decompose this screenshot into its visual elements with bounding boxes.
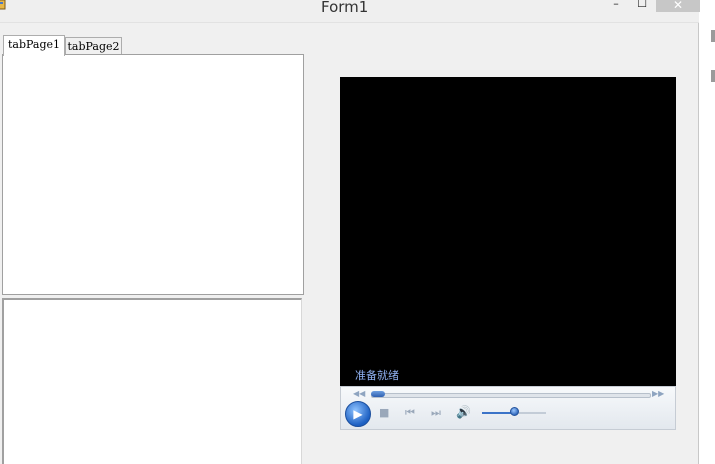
main-window: Form1 – ☐ ✕ tabPage1 tabPage2 准备就绪 ◀◀ ▶▶… [0, 0, 700, 464]
next-icon[interactable]: ⏭ [431, 407, 441, 419]
maximize-button[interactable]: ☐ [632, 0, 652, 12]
close-button[interactable]: ✕ [656, 0, 700, 12]
edge-marker [711, 70, 715, 82]
tab-tabpage1[interactable]: tabPage1 [3, 35, 65, 56]
status-strip: 准备就绪 [340, 368, 676, 386]
previous-icon[interactable]: ⏮ [405, 407, 415, 419]
seek-thumb[interactable] [371, 391, 385, 397]
player-controls: ◀◀ ▶▶ ▶ ■ ⏮ ⏭ 🔊 [340, 386, 676, 430]
volume-icon[interactable]: 🔊 [456, 406, 471, 418]
seek-back-icon[interactable]: ◀◀ [353, 389, 365, 398]
play-button[interactable]: ▶ [345, 401, 371, 427]
title-bar[interactable]: Form1 – ☐ ✕ [0, 0, 700, 23]
media-player[interactable]: 准备就绪 ◀◀ ▶▶ ▶ ■ ⏮ ⏭ 🔊 [340, 77, 676, 430]
player-status-text: 准备就绪 [355, 369, 399, 382]
text-box-panel[interactable] [2, 298, 302, 464]
minimize-button[interactable]: – [608, 0, 624, 12]
seek-bar[interactable] [371, 393, 651, 398]
tab-page-content [2, 54, 304, 295]
volume-thumb[interactable] [510, 407, 519, 416]
app-icon [0, 0, 6, 10]
edge-marker [711, 30, 715, 42]
stop-icon[interactable]: ■ [379, 407, 389, 419]
video-display[interactable] [340, 77, 676, 386]
window-title: Form1 [321, 0, 369, 16]
seek-forward-icon[interactable]: ▶▶ [652, 389, 664, 398]
